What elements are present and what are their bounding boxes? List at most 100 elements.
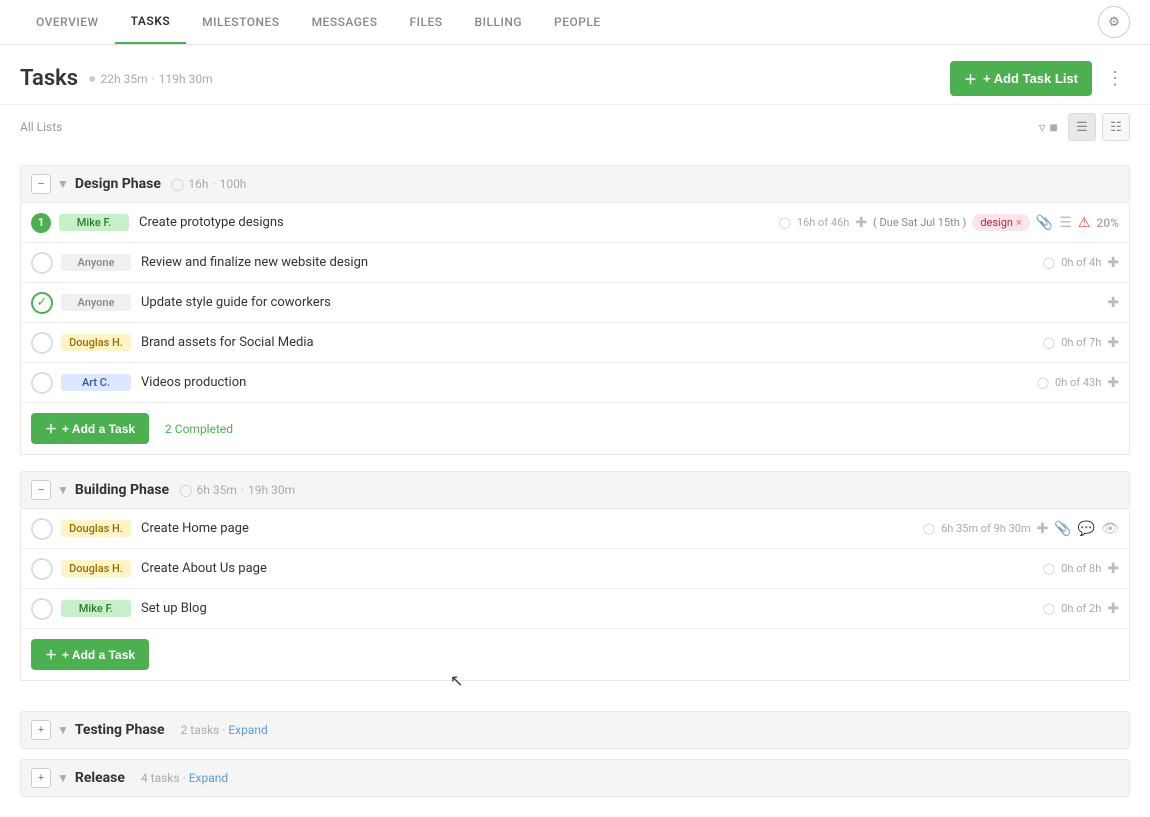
- building-phase-header: − ▼ Building Phase ◯ 6h 35m · 19h 30m: [20, 471, 1130, 509]
- top-nav: OVERVIEW TASKS MILESTONES MESSAGES FILES…: [0, 0, 1150, 45]
- release-header: + ▼ Release 4 tasks · Expand: [20, 759, 1130, 797]
- task-checkbox[interactable]: ✓: [31, 292, 53, 314]
- task-time: 6h 35m of 9h 30m: [941, 522, 1031, 535]
- add-time-icon[interactable]: ✚: [1107, 255, 1119, 271]
- table-row: ✓ Anyone Update style guide for coworker…: [21, 283, 1129, 323]
- task-meta: ◯ 0h of 7h ✚: [1043, 335, 1119, 351]
- tasks-container: − ▼ Design Phase ◯ 16h · 100h 1 Mike F. …: [0, 165, 1150, 817]
- task-meta: ◯ 0h of 4h ✚: [1043, 255, 1119, 271]
- task-name: Create prototype designs: [139, 215, 771, 230]
- task-checkbox[interactable]: [31, 518, 53, 540]
- task-time: 0h of 7h: [1061, 336, 1101, 349]
- nav-overview[interactable]: OVERVIEW: [20, 1, 115, 43]
- add-time-icon[interactable]: ✚: [1107, 561, 1119, 577]
- task-checkbox[interactable]: [31, 332, 53, 354]
- building-phase-clock-icon: ◯: [179, 483, 192, 497]
- all-lists-label: All Lists: [20, 120, 62, 134]
- task-clock-icon: ◯: [779, 216, 791, 229]
- add-time-icon[interactable]: ✚: [1107, 601, 1119, 617]
- view-controls: ▿ ■ ☰ ☷: [1035, 113, 1130, 141]
- page-header: Tasks ● 22h 35m · 119h 30m ＋ + Add Task …: [0, 45, 1150, 105]
- design-phase-time-tracked: 16h: [188, 177, 208, 191]
- list-view-button[interactable]: ☰: [1068, 113, 1096, 141]
- settings-icon[interactable]: ⚙: [1098, 6, 1130, 38]
- testing-phase-expand-link[interactable]: Expand: [228, 723, 267, 737]
- task-clock-icon: ◯: [1043, 562, 1055, 575]
- task-checkbox[interactable]: [31, 372, 53, 394]
- add-task-list-button[interactable]: ＋ + Add Task List: [950, 61, 1092, 96]
- task-number: 1: [31, 213, 51, 233]
- design-phase-time: ◯ 16h · 100h: [171, 177, 247, 191]
- nav-people[interactable]: PEOPLE: [538, 1, 617, 43]
- attachment-icon: 📎: [1054, 521, 1071, 537]
- building-phase-time-tracked: 6h 35m: [197, 483, 237, 497]
- building-phase-collapse-button[interactable]: −: [31, 480, 51, 500]
- task-clock-icon: ◯: [923, 522, 935, 535]
- add-task-button[interactable]: ＋ + Add a Task: [31, 413, 149, 444]
- assignee-badge: Mike F.: [61, 600, 131, 617]
- building-phase-time: ◯ 6h 35m · 19h 30m: [179, 483, 295, 497]
- release-chevron-icon: ▼: [57, 771, 69, 785]
- task-meta: ◯ 0h of 2h ✚: [1043, 601, 1119, 617]
- table-row: Mike F. Set up Blog ◯ 0h of 2h ✚: [21, 589, 1129, 629]
- task-tag-design: design ×: [972, 214, 1030, 231]
- assignee-badge: Douglas H.: [61, 334, 131, 351]
- assignee-badge: Douglas H.: [61, 520, 131, 537]
- page-title: Tasks: [20, 66, 78, 91]
- add-time-icon[interactable]: ✚: [1037, 521, 1049, 537]
- design-phase-chevron-icon: ▼: [57, 177, 69, 191]
- task-meta: ◯ 6h 35m of 9h 30m ✚ 📎 💬 👁: [923, 521, 1119, 537]
- add-time-icon[interactable]: ✚: [1107, 295, 1119, 311]
- task-meta: ◯ 0h of 43h ✚: [1037, 375, 1119, 391]
- release-expand-link[interactable]: Expand: [189, 771, 228, 785]
- task-due: ( Due Sat Jul 15th ): [873, 216, 966, 229]
- release-title: Release: [75, 770, 125, 786]
- nav-files[interactable]: FILES: [393, 1, 458, 43]
- release-expand-button[interactable]: +: [31, 768, 51, 788]
- design-phase-header: − ▼ Design Phase ◯ 16h · 100h: [20, 165, 1130, 203]
- time-summary: ● 22h 35m · 119h 30m: [88, 70, 213, 87]
- add-time-icon[interactable]: ✚: [1107, 335, 1119, 351]
- nav-milestones[interactable]: MILESTONES: [186, 1, 295, 43]
- table-row: Douglas H. Create Home page ◯ 6h 35m of …: [21, 509, 1129, 549]
- filter-button[interactable]: ▿ ■: [1035, 115, 1062, 140]
- task-clock-icon: ◯: [1043, 336, 1055, 349]
- building-phase-time-estimated: 19h 30m: [248, 483, 295, 497]
- table-row: 1 Mike F. Create prototype designs ◯ 16h…: [21, 203, 1129, 243]
- cursor-area: ↖: [20, 681, 1130, 701]
- header-actions: ＋ + Add Task List ⋮: [950, 61, 1130, 96]
- table-row: Art C. Videos production ◯ 0h of 43h ✚: [21, 363, 1129, 403]
- testing-phase-chevron-icon: ▼: [57, 723, 69, 737]
- design-phase-collapse-button[interactable]: −: [31, 174, 51, 194]
- task-clock-icon: ◯: [1043, 256, 1055, 269]
- task-checkbox[interactable]: [31, 252, 53, 274]
- task-checkbox[interactable]: [31, 558, 53, 580]
- assignee-badge: Anyone: [61, 254, 131, 271]
- building-phase-title: Building Phase: [75, 482, 169, 498]
- assignee-badge: Art C.: [61, 374, 131, 391]
- design-phase-clock-icon: ◯: [171, 177, 184, 191]
- task-name: Videos production: [141, 375, 1029, 390]
- nav-tasks[interactable]: TASKS: [115, 0, 187, 44]
- add-task-button[interactable]: ＋ + Add a Task: [31, 639, 149, 670]
- testing-phase-header: + ▼ Testing Phase 2 tasks · Expand: [20, 711, 1130, 749]
- watch-icon: 👁: [1101, 521, 1119, 537]
- design-phase-add-row: ＋ + Add a Task 2 Completed: [21, 403, 1129, 454]
- task-clock-icon: ◯: [1037, 376, 1049, 389]
- testing-phase-title: Testing Phase: [75, 722, 165, 738]
- tag-remove-icon[interactable]: ×: [1016, 216, 1022, 229]
- completed-link[interactable]: 2 Completed: [165, 422, 233, 436]
- testing-phase-expand-button[interactable]: +: [31, 720, 51, 740]
- task-name: Set up Blog: [141, 601, 1035, 616]
- add-time-icon[interactable]: ✚: [1107, 375, 1119, 391]
- task-checkbox[interactable]: [31, 598, 53, 620]
- more-options-button[interactable]: ⋮: [1100, 64, 1130, 94]
- grid-view-button[interactable]: ☷: [1102, 113, 1130, 141]
- add-time-icon[interactable]: ✚: [855, 215, 867, 231]
- task-name: Review and finalize new website design: [141, 255, 1035, 270]
- task-time: 0h of 4h: [1061, 256, 1101, 269]
- nav-messages[interactable]: MESSAGES: [296, 1, 394, 43]
- nav-billing[interactable]: BILLING: [459, 1, 539, 43]
- time-separator: ·: [152, 72, 155, 86]
- design-phase-time-estimated: 100h: [220, 177, 247, 191]
